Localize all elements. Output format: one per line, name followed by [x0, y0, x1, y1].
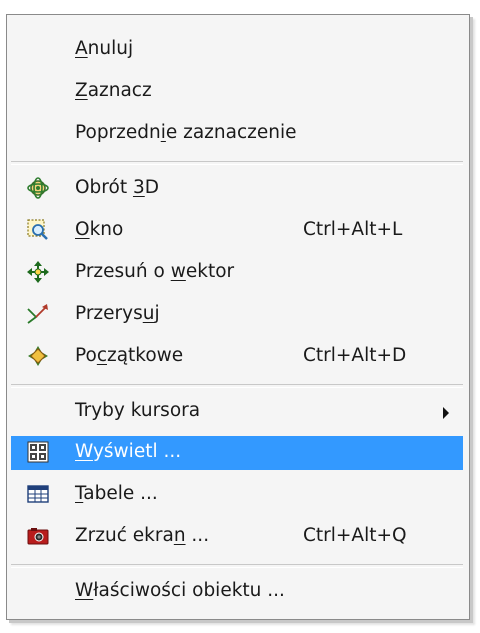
menu-item-obrot-3d[interactable]: Obrót 3D: [11, 172, 463, 206]
menu-item-zaznacz[interactable]: Zaznacz: [11, 75, 463, 109]
menu-item-label: Tabele ...: [75, 483, 158, 504]
menu-item-label: Wyświetl ...: [75, 441, 182, 462]
menu-item-label: Anuluj: [75, 38, 134, 59]
menu-item-przesun-o-wektor[interactable]: Przesuń o wektor: [11, 256, 463, 290]
zoom-window-icon: [27, 219, 49, 241]
menu-item-label: Obrót 3D: [75, 177, 159, 198]
menu-item-shortcut: Ctrl+Alt+Q: [303, 525, 407, 546]
home-view-icon: [27, 345, 49, 367]
pan-icon: [27, 261, 49, 283]
menu-item-tabele[interactable]: Tabele ...: [11, 478, 463, 512]
submenu-arrow-icon: [443, 407, 449, 419]
screenshot-camera-icon: [27, 525, 49, 547]
menu-item-label: Okno: [75, 219, 124, 240]
menu-item-wyswietl[interactable]: Wyświetl ...: [11, 436, 463, 470]
menu-item-anuluj[interactable]: Anuluj: [11, 33, 463, 67]
menu-item-label: Początkowe: [75, 345, 184, 366]
menu-item-wlasciwosci-obiektu[interactable]: Właściwości obiektu ...: [11, 575, 463, 609]
menu-item-label: Przerysuj: [75, 303, 160, 324]
menu-separator: [11, 161, 463, 165]
menu-item-label: Zrzuć ekran ...: [75, 525, 210, 546]
menu-item-okno[interactable]: Okno Ctrl+Alt+L: [11, 214, 463, 248]
context-menu: Anuluj Zaznacz Poprzednie zaznaczenie Ob…: [6, 14, 470, 620]
screenshot-frame: Anuluj Zaznacz Poprzednie zaznaczenie Ob…: [0, 0, 480, 633]
menu-item-zrzuc-ekran[interactable]: Zrzuć ekran ... Ctrl+Alt+Q: [11, 520, 463, 554]
menu-item-przerysuj[interactable]: Przerysuj: [11, 298, 463, 332]
menu-item-shortcut: Ctrl+Alt+L: [303, 219, 403, 240]
menu-item-label: Poprzednie zaznaczenie: [75, 122, 297, 143]
table-icon: [27, 483, 49, 505]
menu-item-tryby-kursora[interactable]: Tryby kursora: [11, 395, 463, 429]
menu-item-poczatkowe[interactable]: Początkowe Ctrl+Alt+D: [11, 340, 463, 374]
menu-item-poprzednie-zaznaczenie[interactable]: Poprzednie zaznaczenie: [11, 117, 463, 151]
display-grid-icon: [27, 441, 49, 463]
menu-item-shortcut: Ctrl+Alt+D: [303, 345, 407, 366]
menu-item-label: Tryby kursora: [75, 400, 201, 421]
menu-separator: [11, 564, 463, 568]
menu-item-label: Zaznacz: [75, 80, 152, 101]
orbit-3d-icon: [27, 177, 49, 199]
menu-item-label: Przesuń o wektor: [75, 261, 235, 282]
menu-separator: [11, 384, 463, 388]
menu-item-label: Właściwości obiektu ...: [75, 580, 285, 601]
redraw-icon: [27, 303, 49, 325]
